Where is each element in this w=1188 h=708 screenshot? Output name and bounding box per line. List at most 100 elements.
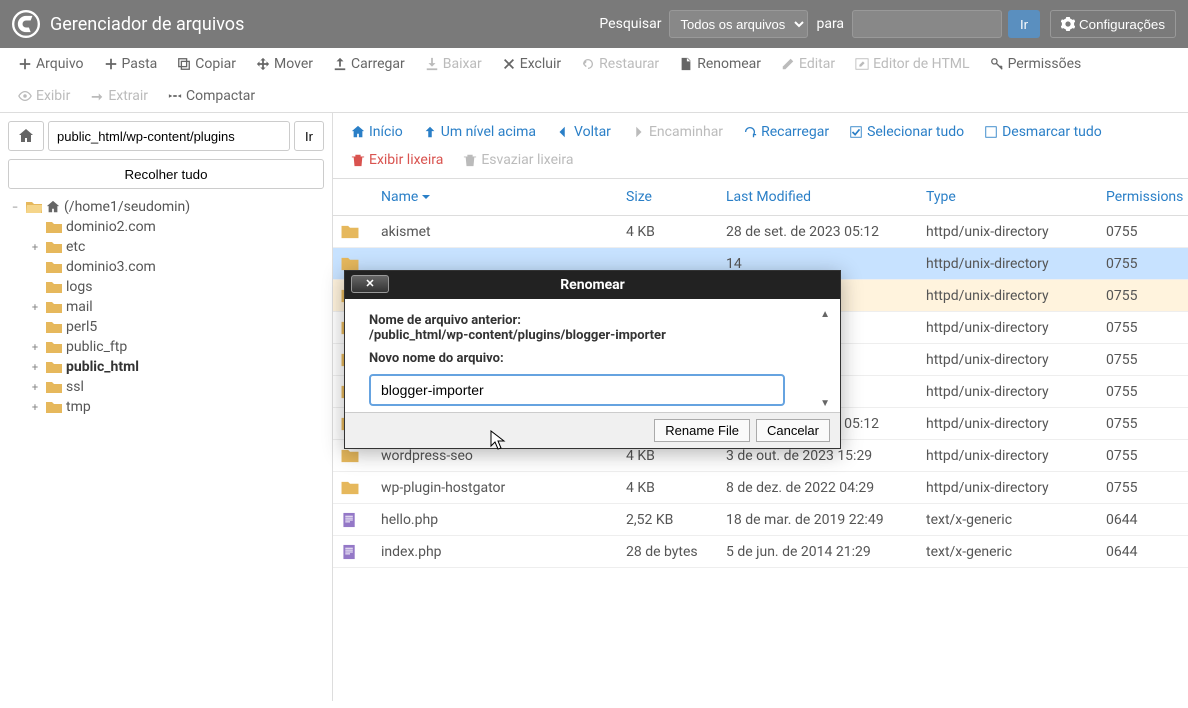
folder-tree: − (/home1/seudomin) dominio2.com+etcdomi…	[8, 197, 324, 417]
cancel-button[interactable]: Cancelar	[756, 419, 830, 442]
expand-icon[interactable]: +	[28, 361, 42, 374]
ct-show-trash-button[interactable]: Exibir lixeira	[341, 146, 453, 174]
th-size[interactable]: Size	[618, 179, 718, 216]
ct-reload-button[interactable]: Recarregar	[733, 118, 839, 146]
upload-button[interactable]: Carregar	[323, 48, 415, 80]
row-type: httpd/unix-directory	[918, 312, 1098, 344]
folder-icon	[46, 261, 62, 274]
row-icon-cell[interactable]	[333, 216, 373, 248]
row-perms: 0755	[1098, 248, 1188, 280]
th-modified[interactable]: Last Modified	[718, 179, 918, 216]
row-perms: 0644	[1098, 536, 1188, 568]
toolbar: Arquivo Pasta Copiar Mover Carregar Baix…	[0, 48, 1188, 113]
trash-icon	[351, 153, 365, 167]
th-type[interactable]: Type	[918, 179, 1098, 216]
move-button[interactable]: Mover	[246, 48, 323, 80]
tree-node-label: mail	[66, 299, 93, 315]
th-name[interactable]: Name	[373, 179, 618, 216]
folder-open-icon	[26, 200, 42, 214]
ct-back-button[interactable]: Voltar	[546, 118, 621, 146]
row-icon-cell[interactable]	[333, 472, 373, 504]
row-perms: 0755	[1098, 344, 1188, 376]
folder-icon	[46, 241, 62, 254]
tree-node[interactable]: +tmp	[28, 397, 324, 417]
tree-node[interactable]: dominio3.com	[28, 257, 324, 277]
cpanel-logo-icon	[12, 10, 40, 38]
reload-icon	[743, 125, 757, 139]
dialog-close-button[interactable]: ✕	[351, 275, 389, 293]
ct-home-button[interactable]: Início	[341, 118, 413, 146]
arrow-left-icon	[556, 125, 570, 139]
row-name[interactable]: wp-plugin-hostgator	[373, 472, 618, 504]
expand-icon[interactable]: +	[28, 381, 42, 394]
ct-deselect-all-button[interactable]: Desmarcar tudo	[974, 118, 1112, 146]
home-icon	[351, 125, 365, 139]
collapse-all-button[interactable]: Recolher tudo	[8, 159, 324, 189]
tree-node[interactable]: +public_html	[28, 357, 324, 377]
collapse-icon[interactable]: −	[8, 201, 22, 214]
scroll-up-icon[interactable]: ▲	[820, 309, 830, 320]
undo-icon	[581, 57, 595, 71]
tree-node[interactable]: + mail	[28, 297, 324, 317]
th-icon[interactable]	[333, 179, 373, 216]
expand-icon[interactable]: +	[28, 401, 42, 414]
permissions-button[interactable]: Permissões	[980, 48, 1092, 80]
row-size: 2,52 KB	[618, 504, 718, 536]
search-input[interactable]	[852, 10, 1002, 38]
new-name-input[interactable]	[369, 374, 785, 406]
expand-icon[interactable]: +	[28, 301, 42, 314]
th-perms[interactable]: Permissions	[1098, 179, 1188, 216]
expand-icon[interactable]: +	[28, 241, 42, 254]
rename-button[interactable]: Renomear	[669, 48, 771, 80]
new-file-button[interactable]: Arquivo	[8, 48, 94, 80]
row-icon-cell[interactable]	[333, 536, 373, 568]
arrow-up-icon	[423, 125, 437, 139]
expand-icon[interactable]: +	[28, 341, 42, 354]
tree-node[interactable]: +public_ftp	[28, 337, 324, 357]
folder-icon	[46, 281, 62, 294]
plus-icon	[104, 57, 118, 71]
tree-node[interactable]: perl5	[28, 317, 324, 337]
ct-up-button[interactable]: Um nível acima	[413, 118, 546, 146]
new-name-label: Novo nome do arquivo:	[369, 351, 816, 366]
tree-node[interactable]: dominio2.com	[28, 217, 324, 237]
tree-node-label: logs	[66, 279, 92, 295]
tree-root[interactable]: − (/home1/seudomin)	[8, 197, 324, 217]
row-name[interactable]: akismet	[373, 216, 618, 248]
compress-icon	[168, 89, 182, 103]
home-button[interactable]	[8, 121, 44, 151]
check-square-icon	[849, 125, 863, 139]
search-go-button[interactable]: Ir	[1008, 10, 1040, 38]
row-modified: 18 de mar. de 2019 22:49	[718, 504, 918, 536]
row-name[interactable]: index.php	[373, 536, 618, 568]
row-type: text/x-generic	[918, 536, 1098, 568]
x-icon	[502, 57, 516, 71]
settings-button[interactable]: Configurações	[1050, 10, 1176, 38]
tree-node[interactable]: +etc	[28, 237, 324, 257]
trash-icon	[463, 153, 477, 167]
compress-button[interactable]: Compactar	[158, 80, 265, 112]
square-icon	[984, 125, 998, 139]
edit-button: Editar	[771, 48, 845, 80]
folder-icon	[341, 448, 359, 464]
row-type: httpd/unix-directory	[918, 376, 1098, 408]
view-button: Exibir	[8, 80, 80, 112]
search-scope-select[interactable]: Todos os arquivos	[669, 10, 808, 38]
rename-file-button[interactable]: Rename File	[654, 419, 750, 442]
copy-button[interactable]: Copiar	[167, 48, 246, 80]
scroll-down-icon[interactable]: ▼	[820, 398, 830, 409]
tree-node[interactable]: logs	[28, 277, 324, 297]
old-path-text: /public_html/wp-content/plugins/blogger-…	[369, 328, 816, 343]
path-input[interactable]	[48, 121, 290, 151]
row-type: httpd/unix-directory	[918, 216, 1098, 248]
ct-select-all-button[interactable]: Selecionar tudo	[839, 118, 974, 146]
path-go-button[interactable]: Ir	[294, 121, 324, 151]
row-icon-cell[interactable]	[333, 504, 373, 536]
row-perms: 0755	[1098, 408, 1188, 440]
delete-button[interactable]: Excluir	[492, 48, 571, 80]
row-name[interactable]: hello.php	[373, 504, 618, 536]
arrow-right-icon	[631, 125, 645, 139]
row-type: httpd/unix-directory	[918, 408, 1098, 440]
tree-node[interactable]: +ssl	[28, 377, 324, 397]
new-folder-button[interactable]: Pasta	[94, 48, 168, 80]
